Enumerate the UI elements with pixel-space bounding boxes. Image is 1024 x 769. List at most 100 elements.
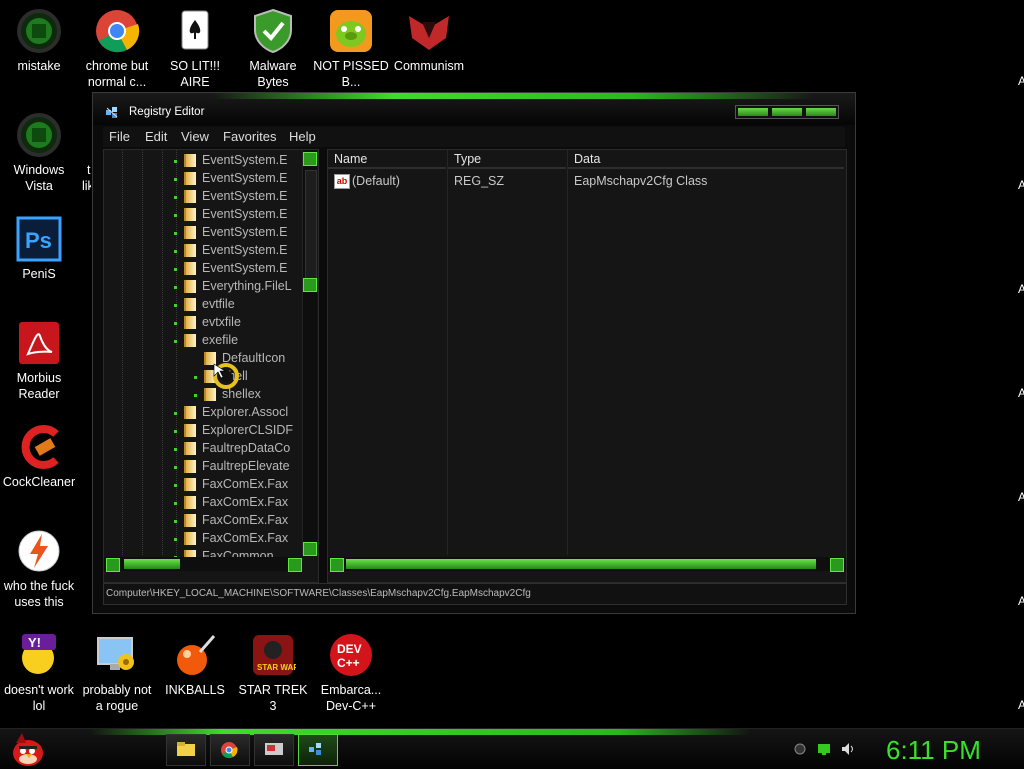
tree-expander-icon[interactable] [174, 412, 177, 415]
values-horizontal-scrollbar[interactable] [328, 557, 846, 572]
taskbar-button-explorer[interactable] [166, 734, 206, 766]
tree-expander-icon[interactable] [174, 430, 177, 433]
tree-expander-icon[interactable] [174, 502, 177, 505]
desktop-icon-yahoo[interactable]: Y! doesn't work lol [0, 624, 78, 714]
tree-expander-icon[interactable] [174, 322, 177, 325]
tree-expander-icon[interactable] [174, 538, 177, 541]
scroll-thumb[interactable] [346, 559, 816, 569]
tree-expander-icon[interactable] [174, 250, 177, 253]
menu-edit[interactable]: Edit [145, 129, 167, 144]
tree-expander-icon[interactable] [174, 268, 177, 271]
tree-expander-icon[interactable] [194, 394, 197, 397]
desktop-icon-solitaire[interactable]: SO LIT!!! AIRE [156, 0, 234, 90]
tree-node[interactable]: ExplorerCLSIDF [104, 422, 302, 440]
taskbar-button-chrome[interactable] [210, 734, 250, 766]
tree-node[interactable]: FaxComEx.Fax [104, 476, 302, 494]
network-tray-icon[interactable] [794, 743, 806, 755]
menu-view[interactable]: View [181, 129, 209, 144]
tree-node[interactable]: EventSystem.E [104, 224, 302, 242]
tree-node[interactable]: EventSystem.E [104, 242, 302, 260]
partial-icon-label: A [1018, 698, 1024, 712]
tree-expander-icon[interactable] [174, 304, 177, 307]
tree-node[interactable]: Everything.FileL [104, 278, 302, 296]
busy-cursor-icon [213, 363, 239, 389]
flash-icon [16, 528, 62, 574]
tree-node[interactable]: FaxComEx.Fax [104, 512, 302, 530]
tree-node[interactable]: Explorer.Assocl [104, 404, 302, 422]
column-header-name[interactable]: Name [328, 152, 446, 169]
scroll-down-button[interactable] [303, 542, 317, 556]
tree-node[interactable]: DefaultIcon [104, 350, 302, 368]
tree-node[interactable]: FaxComEx.Fax [104, 530, 302, 548]
monitor-tray-icon[interactable] [818, 743, 830, 755]
minimize-button[interactable] [738, 108, 768, 116]
menu-favorites[interactable]: Favorites [223, 129, 276, 144]
column-header-data[interactable]: Data [568, 152, 844, 169]
desktop-icon-communism[interactable]: Communism [390, 0, 468, 74]
desktop-icon-chrome[interactable]: chrome but normal c... [78, 0, 156, 90]
close-button[interactable] [806, 108, 836, 116]
tree-expander-icon[interactable] [174, 232, 177, 235]
tree-horizontal-scrollbar[interactable] [104, 557, 302, 572]
menu-help[interactable]: Help [289, 129, 316, 144]
tree-node[interactable]: shellex [104, 386, 302, 404]
scroll-right-button[interactable] [830, 558, 844, 572]
tree-expander-icon[interactable] [174, 340, 177, 343]
scroll-right-button[interactable] [288, 558, 302, 572]
tree-node[interactable]: exefile [104, 332, 302, 350]
values-list[interactable]: Name Type Data ab (Default) REG_SZ EapMs… [327, 149, 847, 583]
registry-editor-window[interactable]: Registry Editor File Edit View Favorites… [92, 92, 856, 614]
tree-node[interactable]: evtxfile [104, 314, 302, 332]
desktop-icon-photoshop[interactable]: Ps PeniS [0, 208, 78, 282]
tree-expander-icon[interactable] [174, 178, 177, 181]
tree-node[interactable]: EventSystem.E [104, 206, 302, 224]
tree-expander-icon[interactable] [174, 484, 177, 487]
volume-tray-icon[interactable] [842, 743, 854, 755]
desktop-icon-angrybirds[interactable]: NOT PISSED B... [312, 0, 390, 90]
desktop-icon-malware[interactable]: Malware Bytes [234, 0, 312, 90]
clock[interactable]: 6:11 PM [886, 735, 981, 766]
tree-expander-icon[interactable] [174, 196, 177, 199]
column-header-type[interactable]: Type [448, 152, 566, 169]
tree-vertical-scrollbar[interactable] [302, 150, 317, 556]
desktop-icon-reader[interactable]: Morbius Reader [0, 312, 78, 402]
start-button-bird-icon[interactable] [8, 731, 48, 767]
desktop-icon-mistake[interactable]: mistake [0, 0, 78, 74]
desktop-icon-ccleaner[interactable]: CockCleaner [0, 416, 78, 490]
menu-file[interactable]: File [109, 129, 130, 144]
tree-expander-icon[interactable] [174, 160, 177, 163]
tree-node[interactable]: FaxComEx.Fax [104, 494, 302, 512]
tree-expander-icon[interactable] [174, 520, 177, 523]
tree-expander-icon[interactable] [174, 214, 177, 217]
taskbar-button-regedit[interactable] [298, 734, 338, 766]
taskbar: 6:11 PM [0, 728, 1024, 769]
taskbar-button-app[interactable] [254, 734, 294, 766]
tree-node[interactable]: EventSystem.E [104, 260, 302, 278]
scroll-thumb[interactable] [305, 170, 317, 282]
tree-expander-icon[interactable] [174, 448, 177, 451]
tree-node[interactable]: shell [104, 368, 302, 386]
scroll-left-button[interactable] [330, 558, 344, 572]
tree-expander-icon[interactable] [194, 376, 197, 379]
scroll-thumb[interactable] [124, 559, 180, 569]
tree-node[interactable]: EventSystem.E [104, 152, 302, 170]
tree-expander-icon[interactable] [174, 286, 177, 289]
desktop-icon-devcpp[interactable]: DEV C++ Embarca... Dev-C++ [312, 624, 390, 714]
tree-node[interactable]: FaultrepElevate [104, 458, 302, 476]
tree-node[interactable]: EventSystem.E [104, 170, 302, 188]
tree-node[interactable]: FaultrepDataCo [104, 440, 302, 458]
desktop-icon-flash[interactable]: who the fuck uses this [0, 520, 78, 610]
folder-icon [184, 334, 196, 347]
tree-expander-icon[interactable] [174, 466, 177, 469]
tree-node[interactable]: evtfile [104, 296, 302, 314]
maximize-button[interactable] [772, 108, 802, 116]
scroll-up-button[interactable] [303, 152, 317, 166]
desktop-icon-rogue[interactable]: probably not a rogue [78, 624, 156, 714]
registry-tree[interactable]: EventSystem.E EventSystem.E EventSystem.E E… [103, 149, 319, 583]
tree-node[interactable]: EventSystem.E [104, 188, 302, 206]
desktop-icon-startrek[interactable]: STAR WARS STAR TREK 3 [234, 624, 312, 714]
desktop-icon-inkballs[interactable]: INKBALLS [156, 624, 234, 698]
title-bar[interactable]: Registry Editor [93, 93, 855, 125]
scroll-left-button[interactable] [106, 558, 120, 572]
desktop-icon-vista[interactable]: Windows Vista [0, 104, 78, 194]
